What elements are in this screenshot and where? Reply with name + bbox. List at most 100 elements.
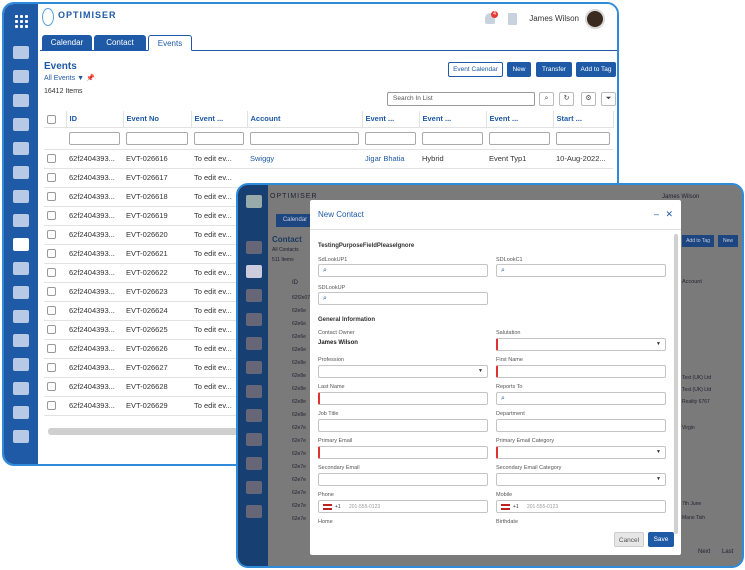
row-checkbox[interactable]	[44, 396, 66, 416]
tab-events[interactable]: Events	[148, 35, 192, 51]
tasks-icon[interactable]	[508, 13, 517, 25]
next-page-link[interactable]: Next	[698, 549, 710, 555]
filter-input[interactable]	[69, 131, 120, 145]
search-icon[interactable]: ⌕	[501, 395, 505, 403]
add-to-tag-button[interactable]: Add to Tag	[576, 62, 616, 77]
row-checkbox[interactable]	[44, 225, 66, 245]
team-icon[interactable]	[246, 457, 262, 470]
us-flag-icon[interactable]	[323, 504, 332, 510]
close-icon[interactable]: ✕	[665, 209, 673, 220]
search-input[interactable]: Search In List	[387, 92, 535, 106]
document-icon[interactable]	[246, 385, 262, 398]
reports-to-field[interactable]: ⌕	[496, 392, 666, 405]
tab-contact[interactable]: Contact	[94, 35, 146, 51]
row-checkbox[interactable]	[44, 377, 66, 397]
view-selector[interactable]: All Events ▼ 📌	[44, 74, 95, 82]
select-all-checkbox[interactable]	[44, 111, 67, 128]
dashboard-icon[interactable]	[13, 430, 29, 443]
department-input[interactable]	[496, 419, 666, 432]
filter-input[interactable]	[365, 131, 416, 145]
column-header[interactable]: Event ...	[486, 111, 554, 128]
row-checkbox[interactable]	[44, 339, 66, 359]
home-icon[interactable]	[246, 433, 262, 446]
new-button[interactable]: New	[718, 235, 738, 247]
column-header[interactable]: Event ...	[191, 111, 248, 128]
list-icon[interactable]	[13, 166, 29, 179]
row-checkbox[interactable]	[44, 301, 66, 321]
box-icon[interactable]	[246, 505, 262, 518]
gear-icon[interactable]: ⚙	[581, 92, 596, 106]
secondary-email-category-select[interactable]: ▼	[496, 473, 666, 486]
contact-card-icon[interactable]	[13, 94, 29, 107]
megaphone-icon[interactable]	[13, 310, 29, 323]
date-filter[interactable]	[556, 131, 610, 145]
country-code[interactable]: +1	[335, 504, 341, 510]
calendar-icon[interactable]	[13, 46, 29, 59]
list-icon[interactable]	[246, 337, 262, 350]
column-header[interactable]: Event No	[123, 111, 192, 128]
filter-input[interactable]	[250, 131, 359, 145]
filter-dropdown[interactable]	[489, 131, 550, 145]
search-icon[interactable]: ⌕	[539, 92, 554, 106]
table-row[interactable]: 62f2404393... EVT-026616 To edit ev... Swig…	[44, 149, 613, 169]
job-title-input[interactable]	[318, 419, 488, 432]
row-checkbox[interactable]	[44, 263, 66, 283]
row-checkbox[interactable]	[44, 358, 66, 378]
secondary-email-input[interactable]	[318, 473, 488, 486]
first-name-input[interactable]	[496, 365, 666, 378]
pin-icon[interactable]: 📌	[86, 75, 95, 82]
folder-icon[interactable]	[13, 190, 29, 203]
team-icon[interactable]	[13, 334, 29, 347]
table-cell[interactable]: Swiggy	[247, 149, 362, 169]
filter-input[interactable]	[126, 131, 188, 145]
row-checkbox[interactable]	[44, 244, 66, 264]
table-cell[interactable]: Jigar Bhatia	[362, 149, 419, 169]
last-name-input[interactable]	[318, 392, 488, 405]
box-icon[interactable]	[13, 382, 29, 395]
column-header[interactable]: ID	[66, 111, 124, 128]
mail-icon[interactable]	[13, 142, 29, 155]
row-checkbox[interactable]	[44, 187, 66, 207]
column-header[interactable]: Account	[682, 279, 702, 285]
handshake-icon[interactable]	[13, 118, 29, 131]
column-header[interactable]: ID	[292, 280, 298, 286]
clipboard-icon[interactable]	[13, 406, 29, 419]
salutation-select[interactable]: ▼	[496, 338, 666, 351]
app-launcher-icon[interactable]	[246, 195, 262, 208]
filter-icon[interactable]: ⏷	[601, 92, 616, 106]
vertical-scrollbar[interactable]	[674, 234, 678, 534]
column-header[interactable]: Event ...	[419, 111, 487, 128]
refresh-icon[interactable]: ↻	[559, 92, 574, 106]
document-icon[interactable]	[13, 214, 29, 227]
search-icon[interactable]: ⌕	[501, 267, 505, 275]
hierarchy-icon[interactable]	[13, 358, 29, 371]
briefcase-icon[interactable]	[13, 70, 29, 83]
column-header[interactable]: Start ...	[553, 111, 614, 128]
minimize-icon[interactable]: –	[654, 209, 659, 219]
event-calendar-button[interactable]: Event Calendar	[448, 62, 503, 77]
view-label[interactable]: All Contacts	[272, 247, 299, 253]
home-icon[interactable]	[13, 262, 29, 275]
folder-icon[interactable]	[246, 361, 262, 374]
row-checkbox[interactable]	[44, 206, 66, 226]
row-checkbox[interactable]	[44, 282, 66, 302]
primary-email-input[interactable]	[318, 446, 488, 459]
horizontal-scrollbar[interactable]	[48, 428, 248, 435]
sdlookup-field[interactable]: ⌕	[318, 292, 488, 305]
new-button[interactable]: New	[507, 62, 531, 77]
mobile-input[interactable]: +1 201-555-0123	[496, 500, 666, 513]
cancel-button[interactable]: Cancel	[614, 532, 644, 547]
events-icon[interactable]	[13, 238, 29, 251]
country-code[interactable]: +1	[513, 504, 519, 510]
search-icon[interactable]: ⌕	[323, 267, 327, 275]
column-header[interactable]: Account	[247, 111, 363, 128]
row-checkbox[interactable]	[44, 168, 66, 188]
profession-select[interactable]: ▼	[318, 365, 488, 378]
contact-card-icon[interactable]	[246, 265, 262, 278]
events-icon[interactable]	[246, 409, 262, 422]
last-page-link[interactable]: Last	[722, 549, 733, 555]
add-to-tag-button[interactable]: Add to Tag	[682, 235, 714, 247]
column-header[interactable]: Event ...	[362, 111, 420, 128]
user-name[interactable]: James Wilson	[529, 14, 579, 23]
transfer-button[interactable]: Transfer	[536, 62, 572, 77]
